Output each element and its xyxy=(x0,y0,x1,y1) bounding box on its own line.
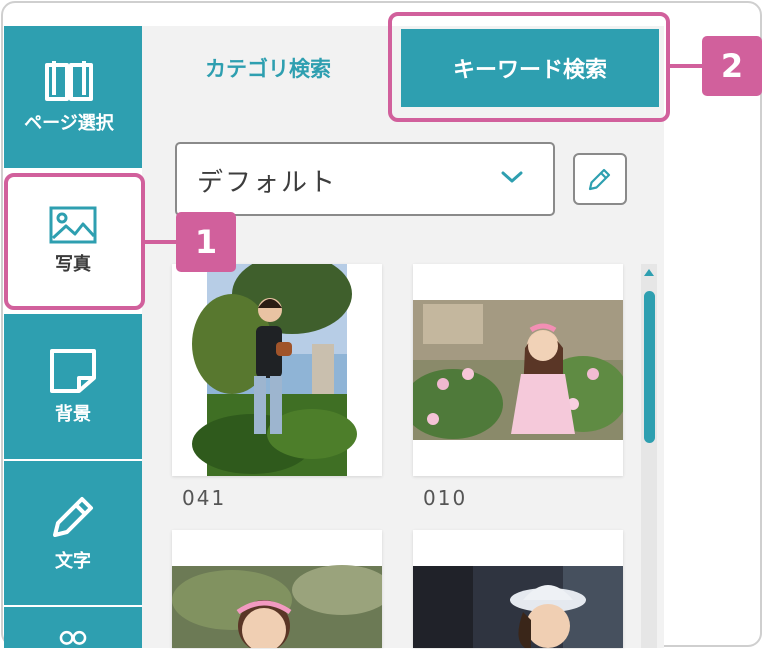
photo-thumbnail[interactable] xyxy=(172,264,382,476)
photo-label: 041 xyxy=(182,486,227,510)
photo-thumbnail[interactable] xyxy=(413,264,623,476)
stamp-icon xyxy=(59,630,87,645)
book-icon xyxy=(45,61,93,101)
sidebar-item-text[interactable]: 文字 xyxy=(4,461,142,605)
edit-album-button[interactable] xyxy=(573,153,627,205)
sticky-note-icon xyxy=(50,348,96,393)
sidebar-item-label: 背景 xyxy=(55,403,91,425)
pencil-icon xyxy=(588,168,611,191)
pencil-icon xyxy=(53,497,93,537)
sidebar-item-label: 文字 xyxy=(55,551,91,572)
photo-label: 010 xyxy=(423,486,468,510)
sidebar-item-label: ページ選択 xyxy=(24,113,114,134)
album-select[interactable]: デフォルト xyxy=(175,142,555,216)
chevron-down-icon xyxy=(501,171,523,183)
tab-category-search[interactable]: カテゴリ検索 xyxy=(148,45,388,91)
callout-highlight-2 xyxy=(388,12,670,122)
photo-girl-smiling xyxy=(172,530,382,648)
callout-connector-2 xyxy=(670,64,704,68)
photo-girl-flowers xyxy=(413,264,623,476)
scrollbar-thumb[interactable] xyxy=(644,291,655,443)
photo-girl-hat xyxy=(413,530,623,648)
callout-badge-2: 2 xyxy=(702,36,762,96)
sidebar-item-background[interactable]: 背景 xyxy=(4,314,142,459)
callout-badge-1: 1 xyxy=(176,212,236,272)
photo-thumbnail[interactable] xyxy=(172,530,382,648)
callout-connector-1 xyxy=(145,240,177,244)
callout-highlight-1 xyxy=(4,173,145,310)
photo-girl-standing xyxy=(172,264,382,476)
sidebar-item-page-select[interactable]: ページ選択 xyxy=(0,26,138,168)
photo-thumbnail[interactable] xyxy=(413,530,623,648)
scroll-up-icon[interactable] xyxy=(643,267,655,277)
album-select-value: デフォルト xyxy=(197,168,338,198)
sidebar-item-more[interactable] xyxy=(4,607,142,648)
